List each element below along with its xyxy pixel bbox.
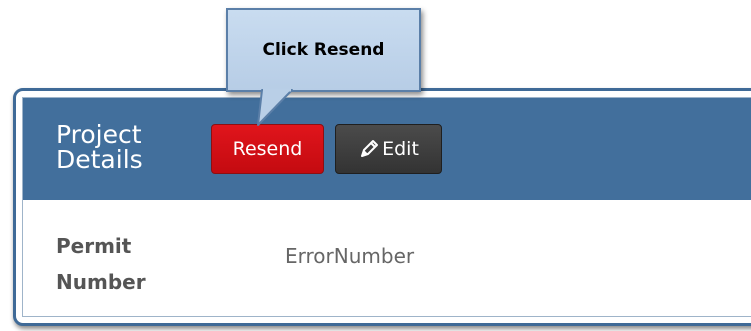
panel-title: Project Details <box>56 120 143 174</box>
edit-button-label: Edit <box>382 138 419 160</box>
resend-button[interactable]: Resend <box>211 124 324 174</box>
panel-inner-frame: Project Details Resend Edit Permit Numbe… <box>22 97 751 317</box>
pencil-icon <box>358 138 380 160</box>
edit-button[interactable]: Edit <box>335 124 442 174</box>
panel-body: Permit Number ErrorNumber <box>23 200 751 316</box>
project-details-panel: Project Details Resend Edit Permit Numbe… <box>13 88 751 326</box>
resend-button-label: Resend <box>232 138 303 160</box>
screenshot-stage: Project Details Resend Edit Permit Numbe… <box>0 0 751 331</box>
permit-number-value: ErrorNumber <box>285 244 415 268</box>
callout-text: Click Resend <box>262 40 385 60</box>
panel-header: Project Details Resend Edit <box>23 98 751 200</box>
permit-number-label: Permit Number <box>56 234 146 294</box>
instruction-callout: Click Resend <box>226 8 421 92</box>
